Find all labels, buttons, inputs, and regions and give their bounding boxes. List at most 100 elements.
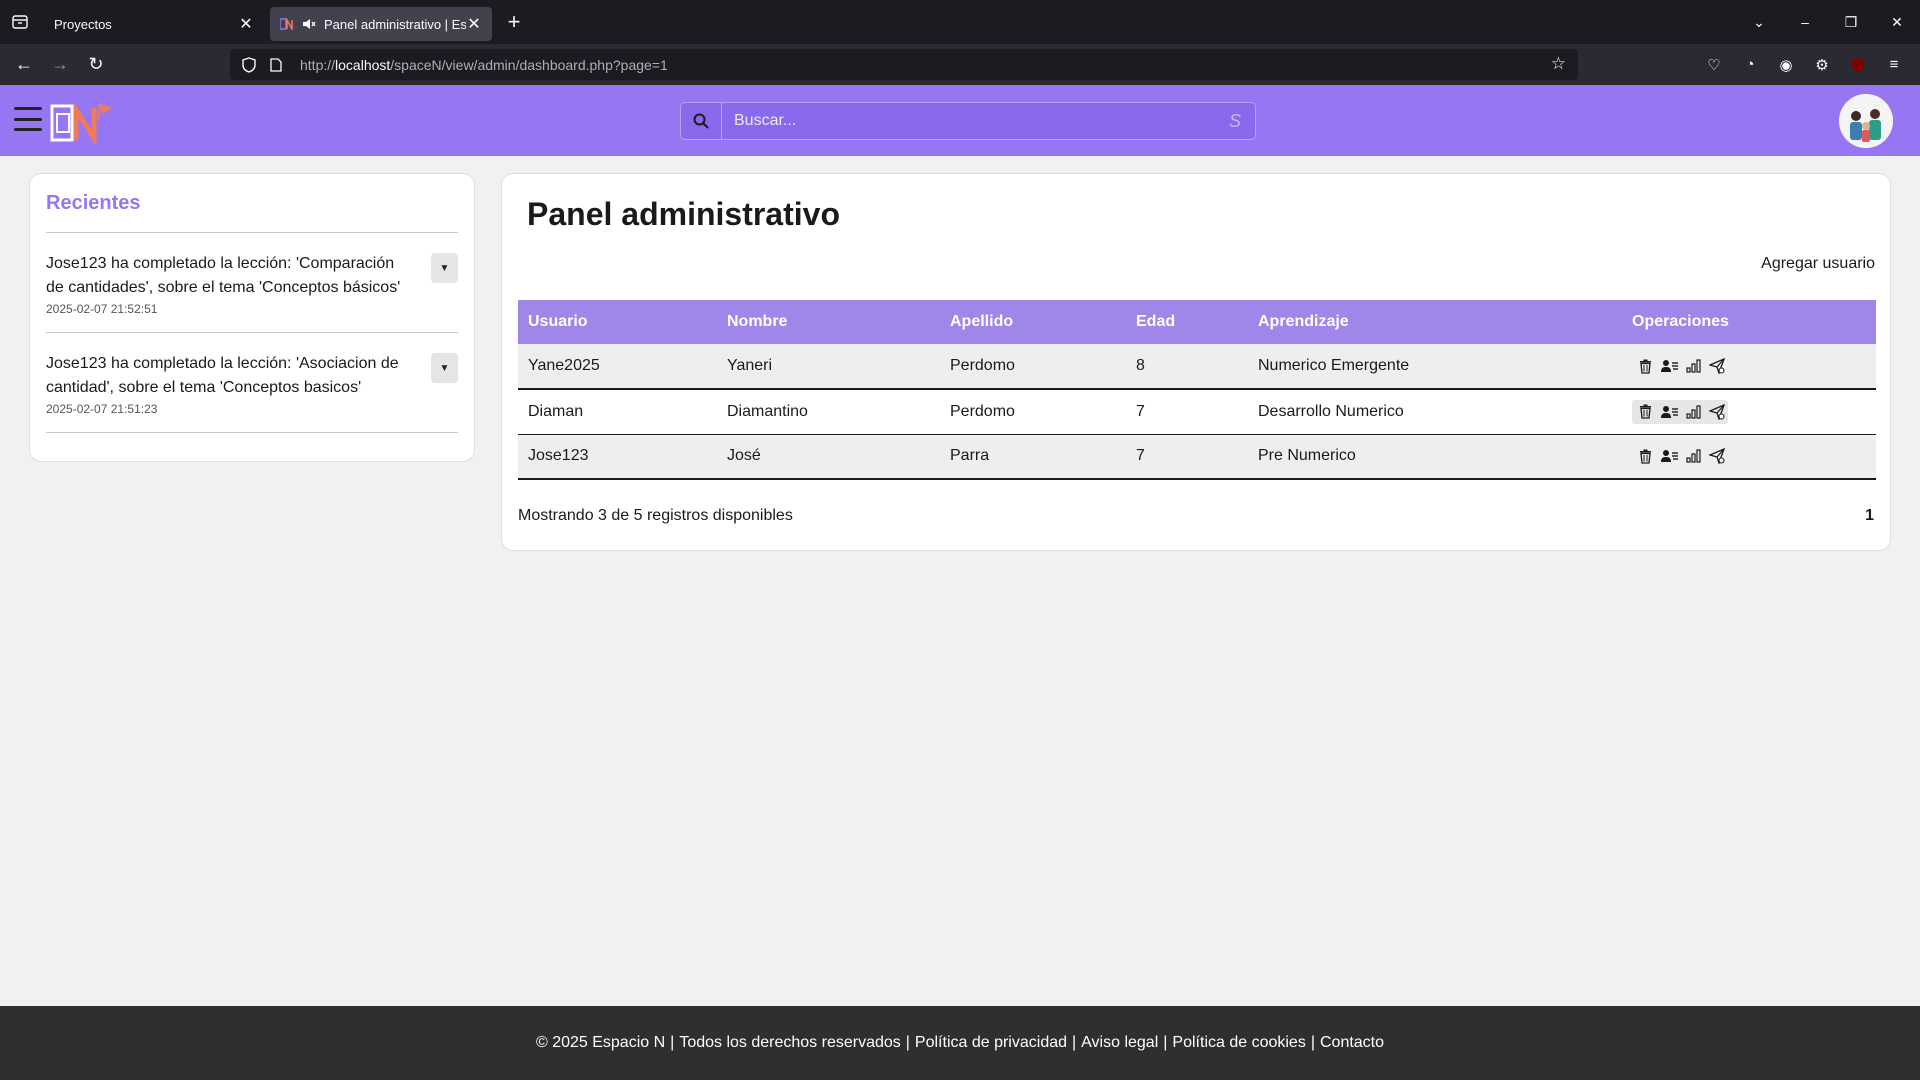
muted-icon[interactable] [302,18,316,30]
cell-apellido: Perdomo [940,344,1126,389]
recent-title: Recientes [46,192,141,214]
copyright-text: © 2025 Espacio N [535,1034,666,1051]
column-header: Usuario [518,300,717,344]
extensions-icon[interactable]: ⚙ [1804,56,1840,74]
forward-icon[interactable]: → [42,50,78,80]
recent-item: Jose123 ha completado la lección: 'Compa… [46,233,458,333]
close-window-icon[interactable]: ✕ [1874,14,1920,31]
privacy-link[interactable]: Política de privacidad [915,1034,1067,1052]
cell-operaciones [1622,344,1876,389]
operations-group [1632,447,1876,465]
send-icon[interactable] [1708,403,1726,421]
close-tab-icon[interactable]: ✕ [238,14,254,34]
legal-link[interactable]: Aviso legal [1081,1034,1158,1052]
hamburger-menu-icon[interactable] [14,107,42,131]
bar-chart-icon[interactable] [1684,357,1702,375]
restore-icon[interactable]: ❐ [1828,14,1874,31]
cell-operaciones [1622,434,1876,479]
back-icon[interactable]: ← [6,50,42,80]
bar-chart-icon[interactable] [1684,447,1702,465]
tab-title: Proyectos [54,16,112,32]
cell-nombre: Diamantino [727,402,808,420]
avatar[interactable] [1839,94,1893,148]
favicon-icon [280,18,293,30]
separator: | [905,1034,910,1051]
recent-activity-card: Recientes Jose123 ha completado la lecci… [29,173,475,462]
cell-usuario: Diaman [528,402,584,420]
bar-chart-icon[interactable] [1684,403,1702,421]
browser-nav-bar: ← → ↻ http://localhost/spaceN/view/admin… [0,44,1920,85]
separator: | [1310,1034,1315,1051]
cell-aprendizaje: Pre Numerico [1248,434,1622,479]
add-user-link[interactable]: Agregar usuario [1761,255,1875,273]
site-header: S [0,85,1920,156]
send-icon[interactable] [1708,447,1726,465]
cell-aprendizaje: Desarrollo Numerico [1258,402,1404,420]
menu-icon[interactable]: ≡ [1876,56,1912,73]
voice-search-icon[interactable]: S [1215,111,1255,132]
column-header: Nombre [717,300,940,344]
page-icon [270,57,282,72]
cell-edad: 7 [1136,402,1145,420]
column-header: Operaciones [1622,300,1876,344]
recent-item-text: Jose123 ha completado la lección: 'Compa… [46,255,401,296]
expand-button[interactable]: ▼ [431,253,458,283]
operations-group [1632,399,1728,424]
caret-down-icon: ▼ [439,362,450,374]
recent-item: Jose123 ha completado la lección: 'Asoci… [46,333,458,433]
records-summary: Mostrando 3 de 5 registros disponibles [518,507,793,524]
trash-icon[interactable] [1636,403,1654,421]
cell-operaciones [1622,389,1876,434]
cell-usuario: Jose123 [518,434,717,479]
table-row: Yane2025 Yaneri Perdomo 8 Numerico Emerg… [518,344,1876,389]
tab-title: Panel administrativo | Espacio N [324,16,466,32]
page-title: Panel administrativo [527,196,840,232]
table-row: Diaman Diamantino Perdomo 7 Desarrollo N… [518,389,1876,434]
trash-icon[interactable] [1636,447,1654,465]
browser-tab-bar: Proyectos ✕ Panel administrativo | Espac… [0,0,1920,44]
pocket-icon[interactable]: ♡ [1696,56,1732,74]
admin-panel-card: Panel administrativo Agregar usuario Usu… [501,173,1891,551]
close-tab-icon[interactable]: ✕ [466,14,482,34]
browser-tab-proyectos[interactable]: Proyectos ✕ [44,7,264,41]
search-input[interactable] [722,103,1215,139]
minimize-icon[interactable]: – [1782,14,1828,30]
reload-icon[interactable]: ↻ [78,50,114,80]
separator: | [1072,1034,1077,1051]
new-tab-icon[interactable]: + [496,5,532,39]
url-text: http://localhost/spaceN/view/admin/dashb… [300,56,668,73]
expand-button[interactable]: ▼ [431,353,458,383]
cell-edad: 8 [1126,344,1248,389]
users-table: Usuario Nombre Apellido Edad Aprendizaje… [518,300,1876,480]
ublock-icon[interactable] [1840,57,1876,73]
cookies-link[interactable]: Política de cookies [1172,1034,1305,1052]
site-footer: © 2025 Espacio N | Todos los derechos re… [0,1006,1920,1080]
cell-apellido: Parra [940,434,1126,479]
espacio-n-logo[interactable] [50,100,118,144]
search-box: S [680,102,1256,140]
tab-list-icon[interactable] [0,0,40,44]
column-header: Edad [1126,300,1248,344]
address-bar[interactable]: http://localhost/spaceN/view/admin/dashb… [230,49,1578,80]
user-card-icon[interactable] [1660,357,1678,375]
column-header: Aprendizaje [1248,300,1622,344]
list-all-tabs-icon[interactable]: ⌄ [1736,14,1782,31]
recent-item-time: 2025-02-07 21:52:51 [46,302,158,316]
user-card-icon[interactable] [1660,447,1678,465]
pagination-page-1[interactable]: 1 [1865,507,1874,525]
contact-link[interactable]: Contacto [1320,1034,1384,1052]
cell-nombre: Yaneri [717,344,940,389]
bookmark-star-icon[interactable]: ☆ [1551,54,1566,74]
caret-down-icon: ▼ [439,262,450,274]
send-icon[interactable] [1708,357,1726,375]
trash-icon[interactable] [1636,357,1654,375]
user-card-icon[interactable] [1660,403,1678,421]
browser-tab-panel[interactable]: Panel administrativo | Espacio N ✕ [270,7,492,41]
search-icon[interactable] [681,103,722,139]
shield-icon[interactable] [242,56,256,73]
recent-item-text: Jose123 ha completado la lección: 'Asoci… [46,355,399,396]
sync-icon[interactable]: ◔ [1732,56,1768,73]
cell-nombre: José [717,434,940,479]
recent-item-time: 2025-02-07 21:51:23 [46,402,158,416]
account-icon[interactable]: ◉ [1768,56,1804,74]
